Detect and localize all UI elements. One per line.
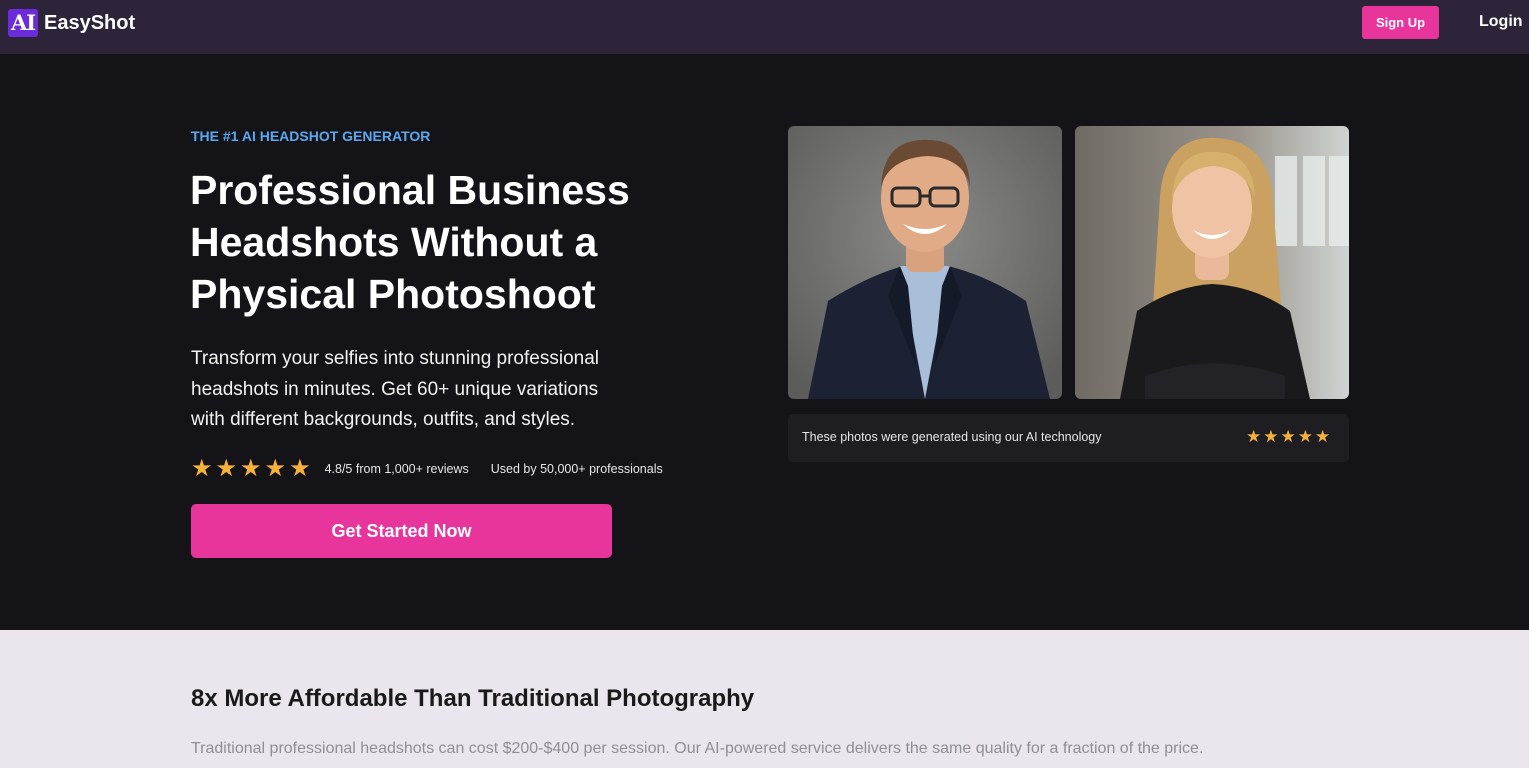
star-icon: ★ <box>1263 427 1279 446</box>
caption-stars: ★ ★ ★ ★ ★ <box>1246 428 1330 446</box>
star-icon: ★ <box>264 455 287 482</box>
affordability-section: 8x More Affordable Than Traditional Phot… <box>0 630 1529 768</box>
rating-stars: ★ ★ ★ ★ ★ <box>191 457 311 481</box>
headshot-photo-man <box>788 126 1062 399</box>
section-title: 8x More Affordable Than Traditional Phot… <box>191 685 755 712</box>
top-navbar: AI EasyShot Sign Up Login <box>0 0 1529 54</box>
photo-caption-text: These photos were generated using our AI… <box>802 430 1102 444</box>
hero-section: THE #1 AI HEADSHOT GENERATOR Professiona… <box>0 54 1529 630</box>
star-icon: ★ <box>240 455 262 482</box>
get-started-button[interactable]: Get Started Now <box>191 504 612 558</box>
star-icon: ★ <box>1315 427 1331 446</box>
rating-text: 4.8/5 from 1,000+ reviews <box>324 462 469 476</box>
logo[interactable]: AI EasyShot <box>8 9 135 37</box>
star-icon: ★ <box>1246 427 1262 446</box>
headshot-photo-woman <box>1075 126 1349 399</box>
logo-mark: AI <box>8 9 38 37</box>
brand-name: EasyShot <box>44 11 136 34</box>
star-icon: ★ <box>1297 427 1313 446</box>
photo-caption-card: These photos were generated using our AI… <box>788 414 1349 462</box>
rating-row: ★ ★ ★ ★ ★ 4.8/5 from 1,000+ reviews Used… <box>191 456 663 482</box>
hero-eyebrow: THE #1 AI HEADSHOT GENERATOR <box>191 128 431 144</box>
star-icon: ★ <box>191 455 213 482</box>
hero-headline: Professional Business Headshots Without … <box>190 167 630 317</box>
star-icon: ★ <box>215 455 238 482</box>
star-icon: ★ <box>1280 427 1296 446</box>
hero-subtext: Transform your selfies into stunning pro… <box>191 348 599 430</box>
star-icon: ★ <box>289 455 311 482</box>
section-body: Traditional professional headshots can c… <box>191 740 1204 757</box>
used-by-text: Used by 50,000+ professionals <box>490 462 663 476</box>
sign-up-button[interactable]: Sign Up <box>1362 6 1439 39</box>
login-link[interactable]: Login <box>1479 13 1523 31</box>
